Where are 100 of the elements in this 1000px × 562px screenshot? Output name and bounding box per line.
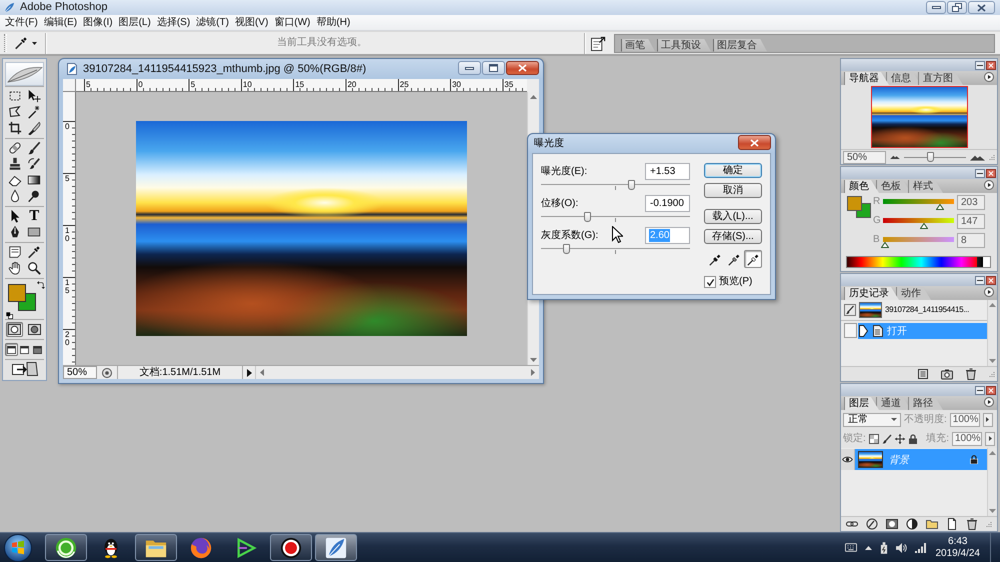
slider-thumb[interactable]	[562, 244, 570, 254]
minimize-icon[interactable]	[975, 60, 985, 70]
slider-thumb[interactable]	[628, 180, 636, 190]
up-arrow-icon[interactable]	[989, 303, 996, 307]
palette-tab[interactable]: 图层复合	[713, 38, 767, 52]
value-field[interactable]: -0.1900	[645, 195, 690, 212]
palette-tab[interactable]: 画笔	[621, 38, 655, 52]
down-arrow-icon[interactable]	[989, 509, 996, 513]
magic-wand-icon[interactable]	[27, 105, 42, 119]
folder-icon[interactable]	[926, 518, 938, 530]
menu-item[interactable]: 滤镜(T)	[196, 16, 229, 28]
close-icon[interactable]	[986, 168, 996, 178]
swap-arrows-icon[interactable]	[37, 281, 45, 289]
arrow-button[interactable]	[982, 412, 993, 426]
close-button[interactable]	[738, 135, 771, 150]
minimize-button[interactable]	[458, 61, 481, 75]
clock-date[interactable]: 2019/4/24	[936, 548, 980, 560]
minimize-icon[interactable]	[975, 276, 985, 284]
circle-square-icon[interactable]	[886, 518, 898, 530]
maximize-button[interactable]	[482, 61, 505, 75]
resize-grip-icon[interactable]	[989, 154, 995, 160]
down-arrow-icon[interactable]	[989, 359, 996, 363]
taskbar-button[interactable]	[135, 534, 177, 561]
circle-dot-icon[interactable]	[102, 368, 112, 378]
jump-arrow-icon[interactable]	[12, 361, 38, 377]
panel-tab[interactable]: 历史记录	[844, 287, 899, 300]
gradient-icon[interactable]	[27, 173, 42, 187]
minimize-button[interactable]	[926, 1, 946, 14]
taskbar-button[interactable]	[315, 534, 357, 561]
play-triangle-icon[interactable]	[235, 536, 257, 558]
value-field[interactable]: 8	[957, 233, 985, 248]
panel-tab[interactable]: 图层	[844, 397, 879, 410]
move-cross-icon[interactable]	[894, 434, 905, 444]
knife-icon[interactable]	[27, 121, 42, 135]
right-arrow-icon[interactable]	[531, 369, 535, 376]
mountain-icon[interactable]	[890, 155, 900, 159]
dialog-button[interactable]: 确定	[704, 163, 762, 178]
up-arrow-icon[interactable]	[989, 451, 996, 455]
close-icon[interactable]	[986, 276, 996, 284]
hand-icon[interactable]	[8, 261, 22, 275]
restore-button[interactable]	[947, 1, 967, 14]
close-button[interactable]	[506, 61, 539, 75]
vertical-scrollbar[interactable]	[987, 300, 997, 366]
keyboard-icon[interactable]	[844, 543, 856, 552]
padlock-icon[interactable]	[908, 434, 918, 444]
mask-mode-button[interactable]	[6, 322, 24, 337]
eyedropper-icon[interactable]	[27, 245, 42, 259]
dialog-button[interactable]: 载入(L)...	[704, 209, 762, 224]
menu-item[interactable]: 文件(F)	[5, 16, 38, 28]
photo-thumbnail[interactable]	[870, 86, 968, 148]
panel-tab[interactable]: 动作	[896, 287, 931, 300]
magnifier-icon[interactable]	[27, 261, 42, 275]
panel-tab[interactable]: 颜色	[844, 180, 879, 193]
close-icon[interactable]	[986, 386, 996, 394]
menu-item[interactable]: 帮助(H)	[316, 16, 350, 28]
slider-thumb[interactable]	[584, 212, 591, 222]
menu-item[interactable]: 图层(L)	[118, 16, 151, 28]
arrow-button[interactable]	[985, 432, 995, 446]
color-selector-icon[interactable]	[8, 284, 36, 311]
mask-mode-button[interactable]	[26, 322, 43, 337]
taskbar-button[interactable]	[270, 534, 312, 561]
close-button[interactable]	[968, 1, 995, 14]
minimize-icon[interactable]	[975, 386, 985, 394]
slider-thumb[interactable]	[920, 223, 928, 229]
fill-field[interactable]: 100%	[952, 432, 982, 446]
slider-thumb[interactable]	[936, 204, 944, 210]
brush-icon[interactable]	[27, 141, 42, 155]
speaker-icon[interactable]	[896, 542, 906, 552]
half-circle-icon[interactable]	[906, 518, 918, 530]
screen-mode-button[interactable]	[5, 343, 18, 356]
dialog-button[interactable]: 存储(S)...	[704, 229, 762, 244]
document-arrow-icon[interactable]	[591, 36, 606, 50]
color-selector-icon[interactable]	[847, 196, 871, 218]
history-brush-icon[interactable]	[27, 157, 42, 171]
document-icon[interactable]	[917, 368, 929, 380]
palette-tab[interactable]: 工具预设	[657, 38, 711, 52]
checkbox[interactable]	[704, 276, 716, 288]
clock-time[interactable]: 6:43	[948, 536, 968, 548]
panel-tab[interactable]: 样式	[908, 180, 943, 193]
menu-item[interactable]: 图像(I)	[83, 16, 113, 28]
color-ramp[interactable]	[846, 256, 991, 268]
circle-slash-icon[interactable]	[866, 518, 878, 530]
resize-grip-icon[interactable]	[989, 371, 995, 377]
marquee-icon[interactable]	[8, 89, 22, 103]
menu-item[interactable]: 编辑(E)	[44, 16, 78, 28]
menu-item[interactable]: 视图(V)	[234, 16, 268, 28]
value-field[interactable]: 147	[957, 214, 985, 229]
note-icon[interactable]	[8, 245, 22, 259]
opacity-field[interactable]: 100%	[950, 412, 980, 426]
eraser-icon[interactable]	[8, 173, 22, 187]
eyedropper-button[interactable]	[744, 250, 762, 268]
resize-grip-icon[interactable]	[986, 521, 992, 527]
signal-bars-icon[interactable]	[914, 542, 926, 552]
minimize-icon[interactable]	[975, 168, 985, 178]
lollipop-icon[interactable]	[27, 189, 42, 203]
zoom-field[interactable]: 50%	[843, 150, 886, 164]
swoosh-disc-icon[interactable]	[190, 536, 212, 558]
up-arrow-icon[interactable]	[530, 95, 537, 99]
slider-track[interactable]	[883, 237, 954, 249]
down-arrow-icon[interactable]	[530, 358, 537, 362]
